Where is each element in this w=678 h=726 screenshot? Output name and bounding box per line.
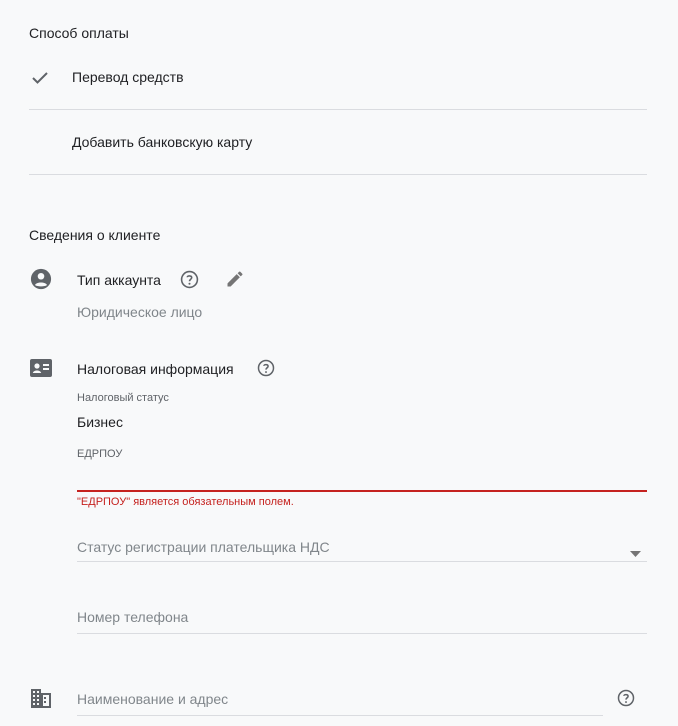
edrpou-label: ЕДРПОУ — [77, 448, 123, 460]
payment-option-add-card[interactable]: Добавить банковскую карту — [29, 120, 647, 170]
payment-option-label: Добавить банковскую карту — [72, 134, 253, 150]
phone-underline — [77, 633, 647, 634]
account-type-value: Юридическое лицо — [77, 304, 203, 320]
account-type-label: Тип аккаунта — [77, 272, 161, 288]
divider — [29, 109, 647, 110]
help-circle-icon[interactable] — [180, 270, 199, 294]
phone-field[interactable]: Номер телефона — [77, 600, 647, 634]
vat-status-underline — [77, 561, 647, 562]
phone-placeholder: Номер телефона — [77, 609, 189, 625]
help-circle-icon[interactable] — [257, 359, 275, 382]
account-circle-icon — [30, 268, 52, 295]
building-icon — [31, 689, 51, 713]
name-address-field[interactable]: Наименование и адрес — [77, 682, 603, 716]
caret-down-icon — [630, 544, 641, 562]
vat-status-dropdown[interactable]: Статус регистрации плательщика НДС — [77, 530, 647, 562]
id-card-icon — [30, 358, 52, 383]
name-address-placeholder: Наименование и адрес — [77, 691, 229, 707]
tax-info-label: Налоговая информация — [77, 361, 234, 377]
edrpou-error-message: "ЕДРПОУ" является обязательным полем. — [77, 496, 294, 508]
payment-option-transfer[interactable]: Перевод средств — [29, 62, 647, 108]
vat-status-placeholder: Статус регистрации плательщика НДС — [77, 539, 330, 555]
pencil-icon[interactable] — [225, 269, 245, 294]
payment-section-title: Способ оплаты — [29, 25, 129, 41]
divider — [29, 174, 647, 175]
name-address-underline — [77, 715, 603, 716]
help-circle-icon[interactable] — [617, 689, 635, 712]
edrpou-field[interactable]: ЕДРПОУ — [77, 440, 647, 492]
client-section-title: Сведения о клиенте — [29, 227, 161, 243]
tax-status-label: Налоговый статус — [77, 392, 169, 404]
tax-status-value: Бизнес — [77, 414, 123, 430]
payment-option-label: Перевод средств — [72, 69, 184, 85]
edrpou-error-underline — [77, 490, 647, 492]
check-icon — [31, 71, 49, 90]
